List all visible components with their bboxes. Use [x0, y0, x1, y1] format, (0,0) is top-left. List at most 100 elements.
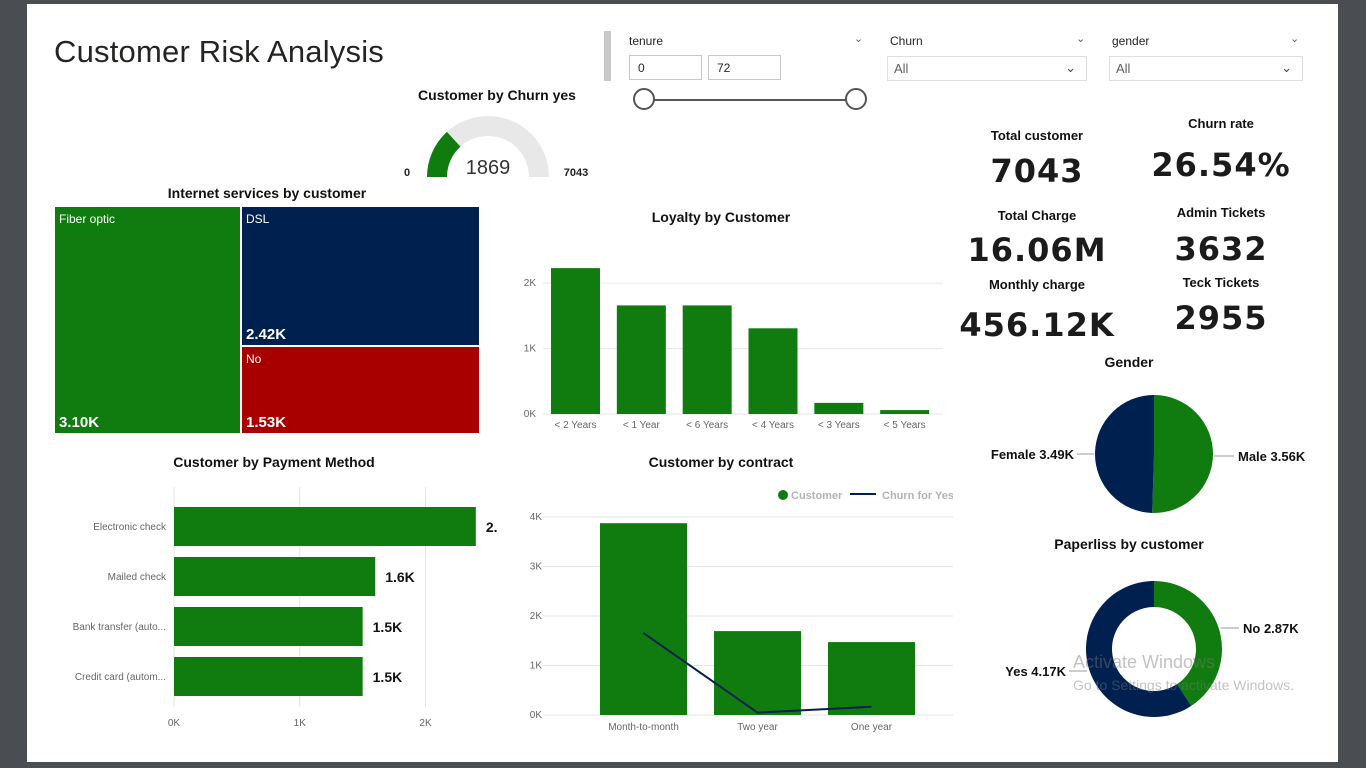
- pie-slice-female: [1095, 395, 1154, 513]
- gender-chevron-icon[interactable]: ⌄: [1290, 32, 1299, 45]
- churn-gauge[interactable]: 1869 0 7043: [397, 104, 607, 184]
- loyalty-chart-title: Loyalty by Customer: [651, 209, 791, 225]
- page-title: Customer Risk Analysis: [54, 34, 384, 69]
- contract-bar: [600, 523, 687, 715]
- pie-data-label: Male 3.56K: [1238, 449, 1306, 464]
- loyalty-bar: [748, 328, 798, 414]
- treemap-label: DSL: [246, 212, 270, 226]
- tenure-slider-max-handle[interactable]: [845, 88, 867, 110]
- pie-data-label: Yes 4.17K: [1005, 664, 1066, 679]
- report-canvas: Customer Risk Analysis tenure ⌄ 0 72 Chu…: [27, 4, 1338, 762]
- contract-combo-chart[interactable]: Customer Churn for Yes 0K 1K 2K 3K 4K Month-to-…: [493, 480, 953, 738]
- x-tick-label: 1K: [294, 718, 307, 729]
- gender-slicer-label: gender: [1112, 34, 1150, 48]
- treemap-label: No: [246, 352, 262, 366]
- tenure-slider-track[interactable]: [645, 99, 857, 101]
- y-tick-label: 1K: [524, 344, 537, 355]
- activate-windows-hint: Go to Settings to activate Windows.: [1073, 677, 1294, 693]
- kpi-total-customer-label: Total customer: [990, 128, 1084, 143]
- payment-data-label: 1.6K: [385, 569, 415, 585]
- kpi-monthly-charge-value: 456.12K: [959, 306, 1115, 344]
- treemap-label: Fiber optic: [59, 212, 116, 226]
- y-tick-label: 0K: [530, 710, 543, 721]
- legend-customer-marker: [778, 490, 788, 500]
- payment-bar: [174, 507, 476, 546]
- churn-slicer-label: Churn: [890, 34, 923, 48]
- tenure-slider-min-handle[interactable]: [633, 88, 655, 110]
- tenure-max-input[interactable]: 72: [708, 55, 781, 80]
- chevron-down-icon: ⌄: [1281, 60, 1292, 75]
- loyalty-bar: [814, 402, 864, 414]
- x-tick-label: 2K: [419, 718, 432, 729]
- x-tick-label: One year: [851, 722, 893, 733]
- x-tick-label: < 4 Years: [752, 420, 794, 431]
- kpi-teck-tickets-label: Teck Tickets: [1182, 275, 1260, 290]
- kpi-total-charge-label: Total Charge: [997, 208, 1077, 223]
- paperless-donut-chart[interactable]: No 2.87K Yes 4.17K: [952, 569, 1312, 729]
- y-tick-label: 2K: [524, 278, 537, 289]
- y-tick-label: Mailed check: [108, 572, 167, 583]
- churn-chevron-icon[interactable]: ⌄: [1076, 32, 1085, 45]
- y-tick-label: 0K: [524, 409, 537, 420]
- loyalty-bar-chart[interactable]: 0K 1K 2K < 2 Years < 1 Year < 6 Years < 4 Year…: [493, 249, 953, 439]
- contract-bar: [828, 642, 915, 715]
- kpi-total-charge-value: 16.06M: [967, 231, 1107, 269]
- contract-chart-title: Customer by contract: [648, 454, 794, 470]
- legend-customer-label: Customer: [791, 490, 843, 502]
- activate-windows-watermark: Activate Windows: [1073, 652, 1216, 672]
- gender-chart-title: Gender: [1104, 354, 1154, 370]
- treemap-title: Internet services by customer: [167, 185, 367, 201]
- x-tick-label: 0K: [168, 718, 181, 729]
- treemap-value: 1.53K: [246, 414, 287, 431]
- pie-slice-male: [1152, 395, 1214, 513]
- tenure-slicer-label: tenure: [629, 34, 664, 48]
- legend-churn-label: Churn for Yes: [882, 490, 953, 502]
- gauge-value: 1869: [466, 157, 511, 179]
- pie-data-label: No 2.87K: [1243, 621, 1299, 636]
- churn-dropdown-value: All: [894, 61, 909, 76]
- treemap-tile-dsl[interactable]: DSL 2.42K: [242, 207, 479, 345]
- y-tick-label: Credit card (autom...: [75, 672, 166, 683]
- churn-dropdown[interactable]: All ⌄: [887, 56, 1087, 81]
- loyalty-bar: [616, 305, 666, 414]
- contract-bar: [714, 631, 801, 715]
- gender-pie-chart[interactable]: Male 3.56K Female 3.49K: [952, 384, 1312, 529]
- y-tick-label: 2K: [530, 611, 543, 622]
- chevron-down-icon: ⌄: [1065, 60, 1076, 75]
- y-tick-label: Bank transfer (auto...: [73, 622, 166, 633]
- kpi-churn-rate-label: Churn rate: [1188, 116, 1254, 131]
- treemap-tile-no[interactable]: No 1.53K: [242, 347, 479, 433]
- kpi-monthly-charge-label: Monthly charge: [988, 277, 1086, 292]
- y-tick-label: 3K: [530, 562, 543, 573]
- x-tick-label: Two year: [737, 722, 778, 733]
- treemap-value: 2.42K: [246, 326, 287, 343]
- tenure-chevron-icon[interactable]: ⌄: [854, 32, 863, 45]
- treemap-value: 3.10K: [59, 414, 100, 431]
- kpi-churn-rate-value: 26.54%: [1151, 146, 1291, 184]
- payment-data-label: 1.5K: [373, 619, 403, 635]
- x-tick-label: < 1 Year: [623, 420, 661, 431]
- x-tick-label: < 3 Years: [818, 420, 860, 431]
- payment-data-label: 1.5K: [373, 669, 403, 685]
- payment-bar: [174, 557, 376, 596]
- y-tick-label: Electronic check: [93, 522, 167, 533]
- payment-bar-chart[interactable]: 0K1K2KElectronic check2.4KMailed check1.…: [57, 482, 497, 737]
- gauge-min-label: 0: [404, 167, 410, 179]
- kpi-admin-tickets-value: 3632: [1174, 230, 1268, 268]
- y-tick-label: 4K: [530, 512, 543, 523]
- payment-chart-title: Customer by Payment Method: [173, 454, 375, 470]
- treemap-tile-fiber-optic[interactable]: Fiber optic 3.10K: [55, 207, 240, 433]
- loyalty-bar: [880, 410, 930, 414]
- x-tick-label: < 5 Years: [884, 420, 926, 431]
- x-tick-label: Month-to-month: [608, 722, 679, 733]
- kpi-total-customer-value: 7043: [990, 152, 1084, 190]
- kpi-teck-tickets-value: 2955: [1174, 299, 1268, 337]
- kpi-admin-tickets-label: Admin Tickets: [1176, 205, 1266, 220]
- x-tick-label: < 2 Years: [555, 420, 597, 431]
- tenure-min-input[interactable]: 0: [629, 55, 702, 80]
- gauge-title: Customer by Churn yes: [418, 87, 576, 103]
- y-tick-label: 1K: [530, 661, 543, 672]
- loyalty-bar: [682, 305, 732, 414]
- gender-dropdown[interactable]: All ⌄: [1109, 56, 1303, 81]
- slicer-divider: [604, 31, 611, 81]
